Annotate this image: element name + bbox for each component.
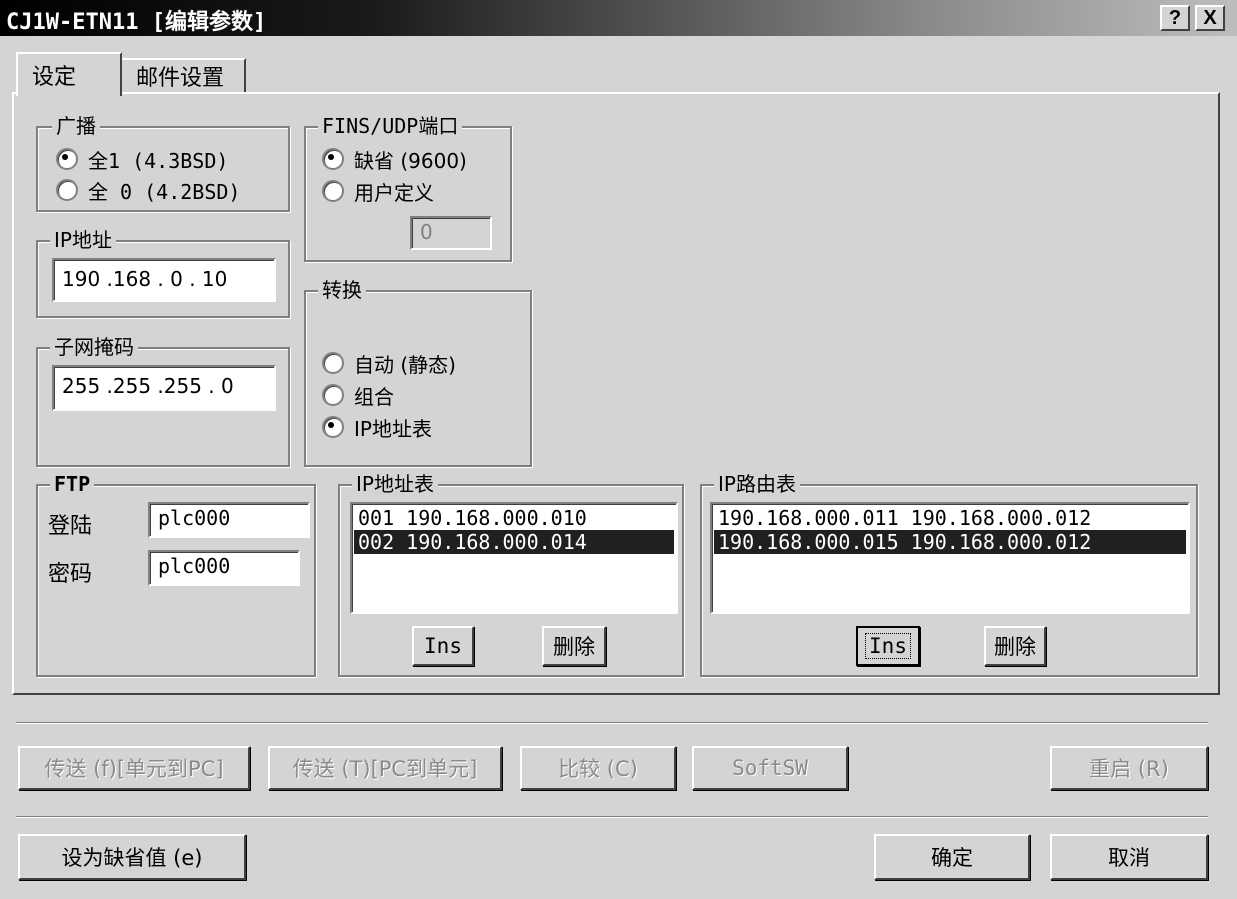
- ip-address-group: IP地址 190 .168 . 0 . 10: [36, 229, 290, 318]
- close-button[interactable]: X: [1195, 5, 1225, 31]
- ip-address-field[interactable]: 190 .168 . 0 . 10: [52, 258, 276, 302]
- broadcast-title: 广播: [52, 115, 100, 137]
- fins-udp-title: FINS/UDP端口: [318, 115, 463, 137]
- separator: [16, 816, 1208, 818]
- fins-port-field[interactable]: 0: [410, 216, 492, 250]
- compare-button[interactable]: 比较 (C): [520, 746, 676, 790]
- ip-route-ins-button[interactable]: Ins: [856, 626, 920, 666]
- ip-table-row-2[interactable]: 002 190.168.000.014: [354, 530, 674, 554]
- subnet-mask-title: 子网掩码: [50, 336, 138, 358]
- help-button[interactable]: ?: [1160, 5, 1190, 31]
- tab-mail-settings-label: 邮件设置: [136, 66, 225, 91]
- softsw-label: SoftSW: [732, 756, 808, 780]
- title-bar: CJ1W-ETN11 [编辑参数] ? X: [0, 0, 1237, 36]
- cancel-label: 取消: [1108, 846, 1150, 870]
- restart-label: 重启 (R): [1089, 757, 1169, 781]
- ftp-title: FTP: [50, 473, 95, 495]
- ip-table-group: IP地址表 001 190.168.000.010 002 190.168.00…: [338, 473, 684, 677]
- ip-address-title: IP地址: [50, 229, 116, 251]
- broadcast-option-all0-label: 全 0 (4.2BSD): [88, 179, 241, 204]
- ftp-login-label: 登陆: [48, 514, 93, 539]
- separator: [16, 722, 1208, 724]
- fins-udp-group: FINS/UDP端口 缺省 (9600) 用户定义 0: [304, 115, 512, 262]
- fins-option-default-label: 缺省 (9600): [354, 148, 467, 173]
- transfer-pc-to-unit-button[interactable]: 传送 (T)[PC到单元]: [268, 746, 502, 790]
- subnet-mask-group: 子网掩码 255 .255 .255 . 0: [36, 336, 290, 467]
- ip-route-delete-button[interactable]: 删除: [984, 626, 1046, 666]
- window-title: CJ1W-ETN11 [编辑参数]: [6, 10, 267, 35]
- tab-mail-settings[interactable]: 邮件设置: [120, 58, 246, 94]
- radio-unselected-icon: [322, 352, 344, 374]
- conversion-option-combined-label: 组合: [354, 384, 394, 409]
- broadcast-option-all0[interactable]: 全 0 (4.2BSD): [56, 175, 240, 205]
- ip-table-delete-label: 删除: [553, 635, 595, 659]
- conversion-option-auto[interactable]: 自动 (静态): [322, 348, 456, 378]
- broadcast-option-all1[interactable]: 全1 (4.3BSD): [56, 144, 228, 174]
- transfer-unit-to-pc-button[interactable]: 传送 (f)[单元到PC]: [18, 746, 250, 790]
- set-default-label: 设为缺省值 (e): [61, 846, 203, 870]
- fins-option-user[interactable]: 用户定义: [322, 176, 434, 206]
- transfer-pc-to-unit-label: 传送 (T)[PC到单元]: [292, 757, 478, 781]
- conversion-option-ip-table[interactable]: IP地址表: [322, 412, 432, 442]
- tab-settings-label: 设定: [32, 65, 77, 90]
- ip-route-list[interactable]: 190.168.000.011 190.168.000.012 190.168.…: [710, 502, 1190, 614]
- cancel-button[interactable]: 取消: [1050, 834, 1208, 880]
- ftp-group: FTP 登陆 plc000 密码 plc000: [36, 473, 316, 677]
- ip-route-title: IP路由表: [714, 473, 800, 495]
- ip-route-row-1[interactable]: 190.168.000.011 190.168.000.012: [714, 506, 1186, 530]
- ftp-login-field[interactable]: plc000: [148, 502, 310, 538]
- set-default-button[interactable]: 设为缺省值 (e): [18, 834, 246, 880]
- ip-route-ins-label: Ins: [865, 633, 911, 659]
- broadcast-option-all1-label: 全1 (4.3BSD): [88, 148, 229, 173]
- ftp-password-label: 密码: [48, 562, 93, 587]
- tab-settings[interactable]: 设定: [16, 52, 122, 96]
- radio-unselected-icon: [322, 384, 344, 406]
- radio-selected-icon: [322, 416, 344, 438]
- conversion-option-combined[interactable]: 组合: [322, 380, 394, 410]
- compare-label: 比较 (C): [558, 757, 638, 781]
- transfer-unit-to-pc-label: 传送 (f)[单元到PC]: [44, 757, 224, 781]
- ip-table-delete-button[interactable]: 删除: [542, 626, 606, 666]
- conversion-title: 转换: [318, 279, 366, 301]
- radio-unselected-icon: [56, 179, 78, 201]
- ftp-password-field[interactable]: plc000: [148, 550, 300, 586]
- ip-route-row-2[interactable]: 190.168.000.015 190.168.000.012: [714, 530, 1186, 554]
- ip-route-delete-label: 删除: [994, 635, 1036, 659]
- conversion-group: 转换 自动 (静态) 组合 IP地址表: [304, 279, 532, 467]
- radio-selected-icon: [322, 148, 344, 170]
- ok-button[interactable]: 确定: [874, 834, 1030, 880]
- conversion-option-ip-table-label: IP地址表: [354, 416, 432, 441]
- restart-button[interactable]: 重启 (R): [1050, 746, 1208, 790]
- ok-label: 确定: [931, 846, 973, 870]
- radio-selected-icon: [56, 148, 78, 170]
- ip-table-list[interactable]: 001 190.168.000.010 002 190.168.000.014: [350, 502, 678, 614]
- ip-table-ins-button[interactable]: Ins: [412, 626, 474, 666]
- radio-unselected-icon: [322, 180, 344, 202]
- broadcast-group: 广播 全1 (4.3BSD) 全 0 (4.2BSD): [36, 115, 290, 212]
- fins-option-user-label: 用户定义: [354, 180, 434, 205]
- conversion-option-auto-label: 自动 (静态): [354, 352, 456, 377]
- subnet-mask-field[interactable]: 255 .255 .255 . 0: [52, 365, 276, 411]
- ip-table-title: IP地址表: [352, 473, 438, 495]
- ip-route-group: IP路由表 190.168.000.011 190.168.000.012 19…: [700, 473, 1198, 677]
- fins-option-default[interactable]: 缺省 (9600): [322, 144, 467, 174]
- softsw-button[interactable]: SoftSW: [692, 746, 848, 790]
- ip-table-ins-label: Ins: [424, 634, 462, 658]
- ip-table-row-1[interactable]: 001 190.168.000.010: [354, 506, 674, 530]
